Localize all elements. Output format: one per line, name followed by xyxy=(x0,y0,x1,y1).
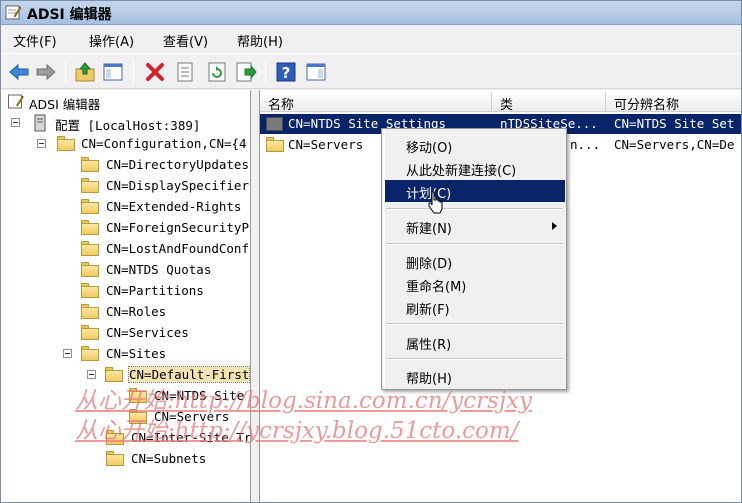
menu-separator xyxy=(386,243,562,245)
tree-item-label: 配置 [LocalHost:389] xyxy=(55,118,201,133)
folder-icon xyxy=(105,367,123,382)
show-hide-tree-icon[interactable] xyxy=(101,60,125,84)
back-arrow-icon[interactable] xyxy=(7,60,31,84)
tree-item-label: CN=DisplaySpecifier xyxy=(106,178,249,193)
tree-item-label: CN=DirectoryUpdates xyxy=(106,157,249,172)
context-menu: 移动(O) 从此处新建连接(C) 计划(C) 新建(N) 删除(D) 重命名(M… xyxy=(381,128,567,390)
tree-item-label: ADSI 编辑器 xyxy=(29,97,101,112)
tree-item[interactable]: CN=NTDS Quotas xyxy=(81,260,250,280)
folder-icon xyxy=(81,346,99,361)
delete-icon[interactable] xyxy=(143,60,167,84)
forward-arrow-icon[interactable] xyxy=(34,60,58,84)
refresh-icon[interactable] xyxy=(205,60,229,84)
folder-icon xyxy=(81,157,99,172)
menu-help[interactable]: 帮助(H) xyxy=(237,31,283,50)
tree-item-label: CN=Default-First xyxy=(127,366,250,383)
menu-separator xyxy=(386,358,562,360)
help-icon[interactable]: ? xyxy=(274,60,298,84)
tree-item-label: CN=Extended-Rights xyxy=(106,199,242,214)
tree-item-subnets[interactable]: CN=Subnets xyxy=(106,449,250,469)
tree-item[interactable]: CN=ForeignSecurityP xyxy=(81,218,250,238)
folder-icon xyxy=(81,304,99,319)
cell-dn: CN=Servers,CN=De xyxy=(614,137,735,152)
folder-icon xyxy=(81,220,99,235)
tree-item-label: CN=ForeignSecurityP xyxy=(106,220,249,235)
column-header-class[interactable]: 类 xyxy=(492,92,606,113)
column-headers: 名称 类 可分辨名称 xyxy=(260,92,741,113)
tree-item[interactable]: CN=LostAndFoundConf xyxy=(81,239,250,259)
tree-item-sites[interactable]: CN=Sites xyxy=(63,344,250,364)
tree-item-configuration[interactable]: CN=Configuration,CN={4 xyxy=(37,134,250,154)
server-icon xyxy=(34,114,46,132)
toolbar: ? xyxy=(1,53,741,89)
tree-item-label: CN=Sites xyxy=(106,346,167,361)
tree-item[interactable]: CN=Extended-Rights xyxy=(81,197,250,217)
context-menu-move[interactable]: 移动(O) xyxy=(385,134,565,156)
menu-view[interactable]: 查看(V) xyxy=(163,31,208,50)
show-hide-action-pane-icon[interactable] xyxy=(304,60,328,84)
submenu-arrow-icon xyxy=(552,222,557,230)
context-menu-rename[interactable]: 重命名(M) xyxy=(385,273,565,295)
folder-icon xyxy=(57,136,75,151)
folder-icon xyxy=(266,137,284,152)
collapse-toggle-icon[interactable] xyxy=(11,118,20,127)
watermark-line-1: 从心开始:http://blog.sina.com.cn/ycrsjxy xyxy=(75,388,533,414)
cell-dn: CN=NTDS Site Set xyxy=(614,116,735,131)
folder-icon xyxy=(106,451,124,466)
tree-item-label: CN=Roles xyxy=(106,304,167,319)
folder-icon xyxy=(81,325,99,340)
tree-item-label: CN=Services xyxy=(106,325,189,340)
folder-icon xyxy=(81,283,99,298)
column-header-dn[interactable]: 可分辨名称 xyxy=(606,92,741,113)
toolbar-separator xyxy=(65,60,66,84)
collapse-toggle-icon[interactable] xyxy=(63,349,72,358)
title-bar: ADSI 编辑器 xyxy=(1,1,741,25)
window-title: ADSI 编辑器 xyxy=(27,7,112,23)
tree-item[interactable]: CN=DirectoryUpdates xyxy=(81,155,250,175)
menu-separator xyxy=(386,323,562,325)
menu-action[interactable]: 操作(A) xyxy=(89,31,134,50)
context-menu-delete[interactable]: 删除(D) xyxy=(385,250,565,272)
tree-item[interactable]: CN=Services xyxy=(81,323,250,343)
tree-item[interactable]: CN=Partitions xyxy=(81,281,250,301)
tree-item-connection[interactable]: 配置 [LocalHost:389] xyxy=(11,113,250,133)
collapse-toggle-icon[interactable] xyxy=(37,139,46,148)
menu-bar: 文件(F) 操作(A) 查看(V) 帮助(H) xyxy=(1,26,741,52)
tree-item-label: CN=Subnets xyxy=(131,451,207,466)
context-menu-properties[interactable]: 属性(R) xyxy=(385,331,565,353)
adsi-edit-app-icon xyxy=(8,94,24,109)
column-header-name[interactable]: 名称 xyxy=(260,92,492,113)
collapse-toggle-icon[interactable] xyxy=(87,370,96,379)
context-menu-refresh[interactable]: 刷新(F) xyxy=(385,296,565,318)
properties-icon[interactable] xyxy=(173,60,197,84)
adsi-editor-window: ADSI 编辑器 文件(F) 操作(A) 查看(V) 帮助(H) ? ADSI … xyxy=(0,0,742,503)
export-list-icon[interactable] xyxy=(234,60,258,84)
mouse-cursor-icon xyxy=(428,191,443,214)
folder-icon xyxy=(81,241,99,256)
watermark-line-2: 从心开始:http://ycrsjxy.blog.51cto.com/ xyxy=(75,418,519,444)
context-menu-new-connection[interactable]: 从此处新建连接(C) xyxy=(385,157,565,179)
tree-item[interactable]: CN=Roles xyxy=(81,302,250,322)
object-icon xyxy=(266,117,283,131)
context-menu-new[interactable]: 新建(N) xyxy=(385,215,565,237)
folder-icon xyxy=(81,199,99,214)
svg-text:?: ? xyxy=(282,64,291,82)
menu-separator xyxy=(386,208,562,210)
tree-item-label: CN=Configuration,CN={4 xyxy=(81,136,247,151)
folder-icon xyxy=(81,178,99,193)
adsi-edit-app-icon xyxy=(5,5,22,20)
folder-icon xyxy=(81,262,99,277)
up-folder-icon[interactable] xyxy=(73,60,97,84)
cell-class: n... xyxy=(570,137,601,152)
tree-item-root[interactable]: ADSI 编辑器 xyxy=(7,92,247,112)
tree-item-label: CN=Partitions xyxy=(106,283,204,298)
tree-item[interactable]: CN=DisplaySpecifier xyxy=(81,176,250,196)
tree-item-label: CN=NTDS Quotas xyxy=(106,262,212,277)
toolbar-separator xyxy=(265,60,266,84)
tree-item-label: CN=LostAndFoundConf xyxy=(106,241,249,256)
menu-file[interactable]: 文件(F) xyxy=(13,31,57,50)
context-menu-schedule[interactable]: 计划(C) xyxy=(385,180,565,202)
toolbar-separator xyxy=(133,60,134,84)
